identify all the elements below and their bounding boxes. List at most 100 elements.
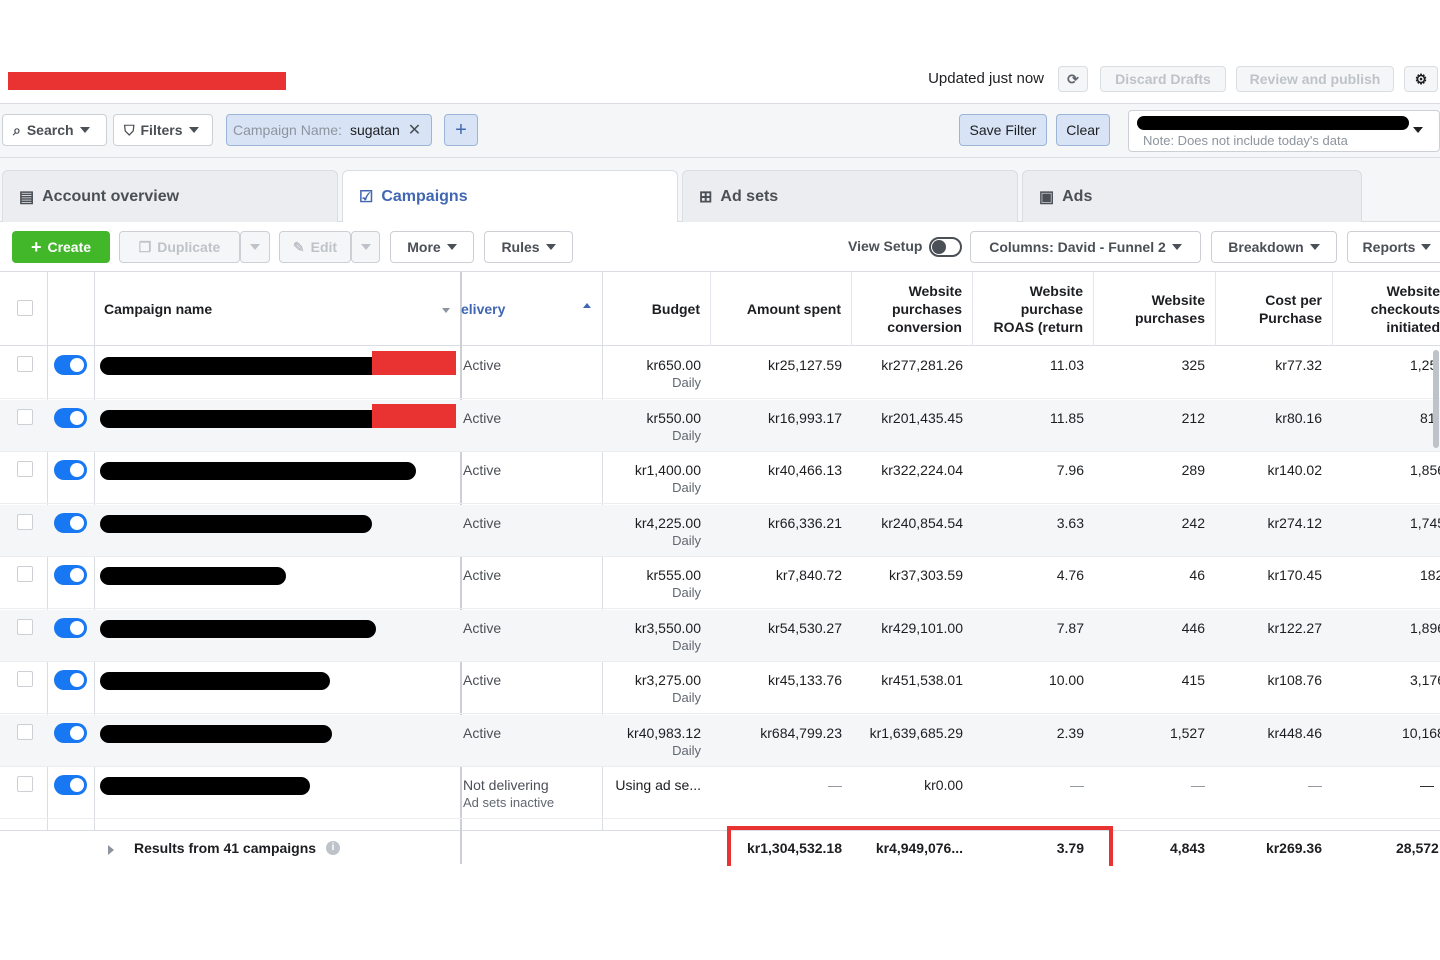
info-icon[interactable]: i [326, 841, 340, 855]
cell-roas: — [1070, 777, 1084, 793]
column-header-campaign-name[interactable]: Campaign name [104, 301, 212, 317]
redacted-campaign-name [100, 672, 330, 690]
search-button[interactable]: ⌕ Search [2, 114, 107, 146]
cell-conv: kr322,224.04 [881, 462, 963, 478]
row-checkbox[interactable] [17, 723, 33, 740]
cell-purchases: 289 [1181, 462, 1205, 478]
filters-button[interactable]: ⛉ Filters [113, 114, 213, 146]
vertical-scrollbar[interactable] [1433, 350, 1439, 448]
delivery-status: Active [463, 619, 502, 636]
copy-icon: ❐ [138, 238, 152, 255]
cell-conv: kr37,303.59 [889, 567, 963, 583]
chevron-down-icon [446, 244, 457, 250]
row-checkbox[interactable] [17, 461, 33, 477]
cell-checkouts: 10,168 [1402, 724, 1440, 741]
select-all-checkbox[interactable] [17, 300, 33, 316]
refresh-button[interactable]: ⟳ [1058, 66, 1088, 92]
search-label: Search [26, 122, 74, 138]
review-publish-button[interactable]: Review and publish [1236, 66, 1394, 92]
cell-budget: kr1,400.00 [634, 462, 701, 478]
column-header-amount-spent[interactable]: Amount spent [711, 272, 852, 346]
chevron-down-icon [250, 244, 260, 250]
cell-roas: 7.87 [1056, 619, 1084, 636]
tab-ad-sets[interactable]: ⊞ Ad sets [682, 170, 1018, 222]
cell-purchases: 1,527 [1169, 724, 1205, 741]
cell-roas: 7.96 [1056, 462, 1084, 478]
column-header-checkouts-initiated[interactable]: Website checkouts initiated [1333, 272, 1440, 346]
plus-icon: + [455, 118, 467, 141]
clear-filter-button[interactable]: Clear [1056, 114, 1110, 146]
close-icon[interactable]: ✕ [408, 120, 421, 140]
campaign-toggle[interactable] [54, 722, 87, 743]
pencil-icon: ✎ [292, 238, 305, 255]
cell-cpp: — [1308, 777, 1322, 793]
duplicate-label: Duplicate [157, 239, 221, 255]
chevron-down-icon [79, 127, 90, 133]
tab-ads[interactable]: ▣ Ads [1022, 170, 1362, 222]
more-button[interactable]: More [390, 231, 474, 263]
create-button[interactable]: + Create [12, 231, 110, 263]
row-checkbox[interactable] [17, 618, 33, 635]
column-header-website-purchases[interactable]: Website purchases [1094, 272, 1216, 346]
cell-checkouts: — [1420, 777, 1434, 793]
cell-cpp: kr122.27 [1267, 619, 1322, 636]
discard-drafts-button[interactable]: Discard Drafts [1100, 66, 1226, 92]
breakdown-button[interactable]: Breakdown [1211, 231, 1337, 263]
columns-button[interactable]: Columns: David - Funnel 2 [970, 231, 1201, 263]
delivery-status: Active [463, 409, 502, 426]
save-filter-button[interactable]: Save Filter [959, 114, 1047, 146]
sort-icon[interactable] [442, 308, 450, 313]
column-header-budget[interactable]: Budget [603, 272, 711, 346]
column-header-purchase-roas[interactable]: Website purchase ROAS (return [973, 272, 1094, 346]
row-checkbox[interactable] [17, 408, 33, 425]
row-checkbox[interactable] [17, 776, 33, 792]
duplicate-dropdown[interactable] [240, 231, 270, 263]
cell-budget: Using ad se... [615, 777, 701, 793]
chevron-down-icon [1309, 244, 1320, 250]
row-checkbox[interactable] [17, 513, 33, 530]
tab-campaigns[interactable]: ☑ Campaigns [342, 170, 678, 223]
campaign-toggle[interactable] [54, 775, 87, 795]
redacted-campaign-name [100, 462, 416, 480]
campaign-toggle[interactable] [54, 355, 87, 375]
campaign-name-filter-chip[interactable]: Campaign Name: sugatan ✕ [226, 114, 432, 146]
row-checkbox[interactable] [17, 356, 33, 372]
campaign-toggle[interactable] [54, 670, 87, 690]
sort-ascending-icon[interactable] [583, 303, 591, 308]
campaign-toggle[interactable] [54, 617, 87, 638]
row-checkbox[interactable] [17, 566, 33, 582]
add-filter-button[interactable]: + [444, 114, 478, 146]
cell-conv: kr277,281.26 [881, 357, 963, 373]
expand-icon[interactable] [108, 845, 114, 855]
reports-button[interactable]: Reports [1347, 231, 1440, 263]
cell-budget: kr3,550.00 [634, 619, 701, 636]
redacted-date-range [1137, 116, 1409, 130]
campaign-toggle[interactable] [54, 512, 87, 533]
campaign-toggle[interactable] [54, 407, 87, 428]
header-label: Campaign name [104, 301, 213, 317]
edit-dropdown[interactable] [351, 231, 380, 263]
duplicate-button[interactable]: ❐ Duplicate [119, 231, 240, 263]
chevron-down-icon [360, 244, 371, 250]
cell-cpp: kr108.76 [1267, 672, 1322, 688]
edit-button[interactable]: ✎ Edit [279, 231, 351, 263]
rules-button[interactable]: Rules [484, 231, 573, 263]
campaign-toggle[interactable] [54, 460, 87, 480]
budget-period: Daily [672, 690, 701, 705]
tab-account-overview[interactable]: ▤ Account overview [2, 170, 338, 222]
cell-spent: kr54,530.27 [768, 619, 842, 636]
cell-conv: kr240,854.54 [881, 514, 963, 531]
column-header-purchases-conversion[interactable]: Website purchases conversion [852, 272, 973, 346]
column-header-delivery[interactable]: elivery [461, 301, 505, 317]
settings-button[interactable]: ⚙ [1404, 66, 1438, 92]
campaign-toggle[interactable] [54, 565, 87, 585]
date-range-picker[interactable]: Note: Does not include today's data [1128, 110, 1440, 152]
more-label: More [407, 239, 441, 255]
cell-cpp: kr140.02 [1267, 462, 1322, 478]
cell-checkouts: 182 [1420, 567, 1440, 583]
gear-icon: ⚙ [1414, 70, 1428, 87]
view-setup-toggle[interactable] [929, 237, 962, 257]
budget-period: Daily [672, 742, 701, 758]
row-checkbox[interactable] [17, 671, 33, 687]
column-header-cost-per-purchase[interactable]: Cost per Purchase [1216, 272, 1333, 346]
